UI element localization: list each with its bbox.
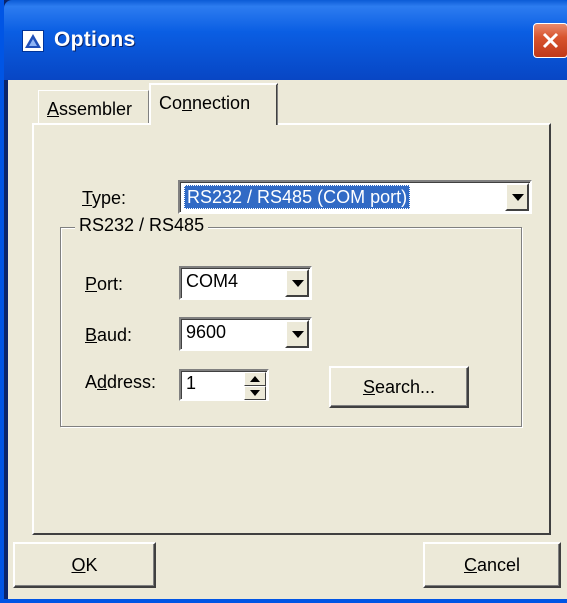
port-dropdown-button[interactable]: [285, 269, 309, 297]
type-label: Type:: [82, 188, 127, 208]
baud-label: Baud:: [85, 325, 133, 345]
baud-select[interactable]: 9600: [179, 317, 312, 351]
options-dialog: Options Assembler Connection Type: RS232…: [0, 0, 567, 603]
ok-button[interactable]: OK: [13, 542, 156, 588]
type-dropdown-button[interactable]: [505, 183, 529, 211]
port-select-value: COM4: [186, 271, 239, 291]
address-value: 1: [186, 373, 197, 393]
group-legend: RS232 / RS485: [75, 215, 209, 236]
address-spin-up-button[interactable]: [244, 372, 266, 386]
type-select[interactable]: RS232 / RS485 (COM port): [178, 180, 532, 214]
tab-assembler[interactable]: Assembler: [38, 90, 149, 124]
close-button[interactable]: [533, 23, 567, 58]
address-spinbox[interactable]: 1: [179, 369, 269, 401]
window-title: Options: [54, 28, 136, 51]
spin-down-icon: [250, 390, 260, 396]
port-select[interactable]: COM4: [179, 266, 312, 300]
baud-dropdown-button[interactable]: [285, 320, 309, 348]
chevron-down-icon: [512, 194, 524, 201]
type-select-value: RS232 / RS485 (COM port): [184, 185, 411, 209]
cancel-button[interactable]: Cancel: [423, 542, 561, 588]
spin-up-icon: [250, 376, 260, 382]
baud-select-value: 9600: [186, 322, 227, 342]
tab-connection[interactable]: Connection: [149, 83, 278, 125]
address-label: Address:: [85, 372, 157, 392]
title-bar[interactable]: Options: [4, 0, 567, 80]
chevron-down-icon: [292, 331, 304, 338]
dialog-client-area: Assembler Connection Type: RS232 / RS485…: [8, 80, 567, 599]
chevron-down-icon: [292, 280, 304, 287]
search-button[interactable]: Search...: [329, 366, 469, 408]
connection-tab-panel: Type: RS232 / RS485 (COM port) RS232 / R…: [32, 123, 551, 535]
rs232-rs485-group: RS232 / RS485 Port: COM4 Baud: 9600 Addr…: [60, 215, 522, 427]
app-triangle-icon: [22, 30, 44, 52]
port-label: Port:: [85, 274, 124, 294]
address-spin-down-button[interactable]: [244, 386, 266, 400]
close-icon: [542, 32, 559, 49]
